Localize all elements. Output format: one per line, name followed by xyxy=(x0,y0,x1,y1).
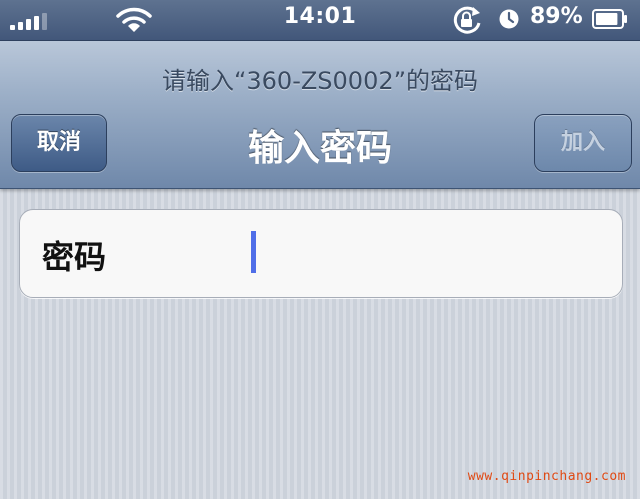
join-button[interactable]: 加入 xyxy=(534,114,632,172)
rotation-lock-icon xyxy=(453,6,481,34)
watermark: www.qinpinchang.com xyxy=(467,469,626,484)
status-bar: 14:01 89% xyxy=(0,0,640,41)
password-label: 密码 xyxy=(42,238,107,276)
navigation-bar: 请输入“360-ZS0002”的密码 取消 输入密码 加入 xyxy=(0,41,640,189)
battery-icon xyxy=(592,9,627,29)
password-input[interactable] xyxy=(260,224,600,282)
alarm-icon xyxy=(499,9,519,29)
text-cursor xyxy=(251,231,256,273)
battery-percent: 89% xyxy=(530,4,583,29)
password-field[interactable]: 密码 xyxy=(19,209,623,298)
password-prompt: 请输入“360-ZS0002”的密码 xyxy=(161,67,479,95)
